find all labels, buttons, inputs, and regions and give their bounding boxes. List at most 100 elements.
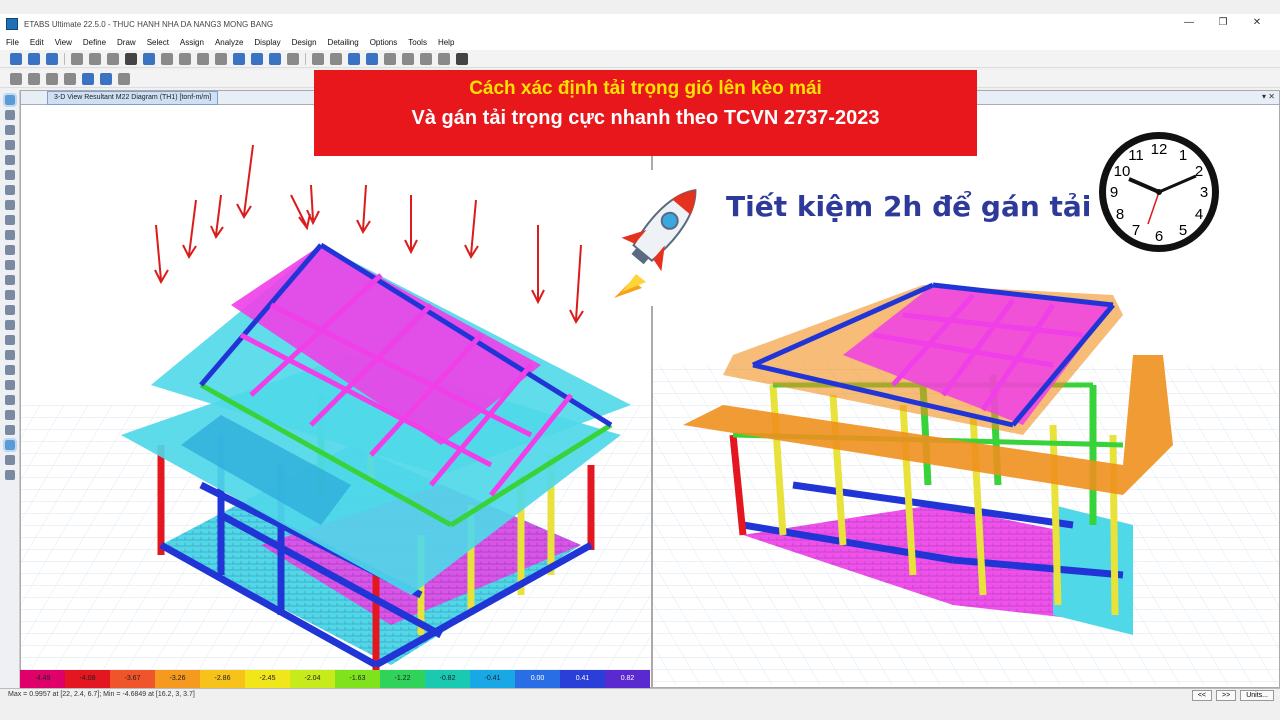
grid-icon[interactable] <box>384 52 396 65</box>
clock-numeral: 7 <box>1132 222 1140 239</box>
display-options-icon[interactable] <box>366 52 378 65</box>
max-min-readout: Max = 0.9957 at [22, 2.4, 6.7]; Min = -4… <box>8 691 195 698</box>
menu-assign[interactable]: Assign <box>180 38 204 47</box>
pan-icon[interactable] <box>215 52 227 65</box>
select-pointer-icon[interactable] <box>2 93 17 107</box>
assign-icon[interactable] <box>4 365 15 375</box>
lock-icon[interactable] <box>125 52 137 65</box>
text-icon[interactable] <box>438 52 450 65</box>
menu-file[interactable]: File <box>6 38 19 47</box>
menu-define[interactable]: Define <box>83 38 106 47</box>
zoom-window-icon[interactable] <box>161 52 173 65</box>
draw-grid-icon[interactable] <box>4 275 15 285</box>
clock-numeral: 3 <box>1200 184 1208 201</box>
status-buttons: << >> Units... <box>1191 690 1274 701</box>
clock-numeral: 9 <box>1110 184 1118 201</box>
menu-analyze[interactable]: Analyze <box>215 38 243 47</box>
left-vertical-toolbar <box>0 90 20 688</box>
units-button[interactable]: Units... <box>1240 690 1274 701</box>
clock-image: 12 1 2 3 4 5 6 7 8 9 10 11 <box>1096 124 1226 258</box>
draw-reference-icon[interactable] <box>4 305 15 315</box>
line-style-icon[interactable] <box>456 52 468 65</box>
maximize-button[interactable]: ❐ <box>1206 14 1240 34</box>
zoom-out-icon[interactable] <box>197 52 209 65</box>
measure-icon[interactable] <box>118 72 130 85</box>
draw-opening-icon[interactable] <box>4 200 15 210</box>
rotate-view-icon[interactable] <box>287 52 299 65</box>
draw-wall-stack-icon[interactable] <box>4 320 15 330</box>
menu-edit[interactable]: Edit <box>30 38 44 47</box>
deformed-shape-icon[interactable] <box>402 52 414 65</box>
menu-bar: File Edit View Define Draw Select Assign… <box>0 34 1280 50</box>
menu-select[interactable]: Select <box>147 38 169 47</box>
force-diagram-icon[interactable] <box>420 52 432 65</box>
undo-icon[interactable] <box>71 52 83 65</box>
design-icon[interactable] <box>4 395 15 405</box>
object-shrink-icon[interactable] <box>348 52 360 65</box>
legend-segment: -0.41 <box>470 670 515 688</box>
legend-segment: 0.41 <box>560 670 605 688</box>
menu-options[interactable]: Options <box>370 38 398 47</box>
diaphragm-icon[interactable] <box>4 470 15 480</box>
reshape-icon[interactable] <box>4 110 15 120</box>
spring-icon[interactable] <box>4 425 15 435</box>
draw-wall-icon[interactable] <box>4 185 15 195</box>
left-3d-view[interactable]: 3-D View Resultant M22 Diagram (TH1) [to… <box>20 90 652 688</box>
menu-design[interactable]: Design <box>292 38 317 47</box>
menu-view[interactable]: View <box>55 38 72 47</box>
draw-beam-icon[interactable] <box>4 125 15 135</box>
restraint-icon[interactable] <box>4 410 15 420</box>
view-controls[interactable]: ▾ ✕ <box>1262 92 1275 101</box>
elevation-view-icon[interactable] <box>269 52 281 65</box>
menu-display[interactable]: Display <box>254 38 280 47</box>
plan-view-icon[interactable] <box>251 52 263 65</box>
menu-help[interactable]: Help <box>438 38 454 47</box>
legend-segment: -1.22 <box>380 670 425 688</box>
3d-view-icon[interactable] <box>233 52 245 65</box>
group-icon[interactable] <box>4 380 15 390</box>
next-button[interactable]: >> <box>1216 690 1237 701</box>
close-button[interactable]: ✕ <box>1240 14 1274 34</box>
refresh-icon[interactable] <box>107 52 119 65</box>
draw-shell-icon[interactable] <box>64 72 76 85</box>
window-controls: — ❐ ✕ <box>1172 14 1274 34</box>
menu-detailing[interactable]: Detailing <box>328 38 359 47</box>
minimize-button[interactable]: — <box>1172 14 1206 34</box>
clock-numeral: 5 <box>1179 222 1187 239</box>
etabs-app-icon <box>6 18 18 30</box>
select-all-icon[interactable] <box>100 72 112 85</box>
menu-tools[interactable]: Tools <box>408 38 427 47</box>
redo-icon[interactable] <box>89 52 101 65</box>
draw-developed-icon[interactable] <box>4 350 15 360</box>
draw-column-icon[interactable] <box>4 140 15 150</box>
zoom-in-icon[interactable] <box>179 52 191 65</box>
draw-section-cut-icon[interactable] <box>4 290 15 300</box>
draw-rebar-icon[interactable] <box>4 335 15 345</box>
previous-button[interactable]: << <box>1191 690 1213 701</box>
draw-dimension-icon[interactable] <box>4 260 15 270</box>
open-icon[interactable] <box>28 52 40 65</box>
draw-link-icon[interactable] <box>4 230 15 240</box>
etabs-window: ETABS Ultimate 22.5.0 - THUC HANH NHA DA… <box>0 0 1280 720</box>
down-icon[interactable] <box>330 52 342 65</box>
run-analysis-icon[interactable] <box>143 52 155 65</box>
draw-floor-icon[interactable] <box>4 170 15 180</box>
clock-numeral: 10 <box>1114 163 1131 180</box>
legend-segment: 0.82 <box>605 670 650 688</box>
snap-icon[interactable] <box>82 72 94 85</box>
up-icon[interactable] <box>312 52 324 65</box>
new-model-icon[interactable] <box>10 52 22 65</box>
draw-slab-icon[interactable] <box>4 215 15 225</box>
draw-brace-icon[interactable] <box>4 155 15 165</box>
save-icon[interactable] <box>46 52 58 65</box>
draw-joint-icon[interactable] <box>28 72 40 85</box>
draw-tendon-icon[interactable] <box>4 245 15 255</box>
clock-numeral: 8 <box>1116 206 1124 223</box>
spandrel-icon[interactable] <box>4 455 15 465</box>
view-tab-title[interactable]: 3-D View Resultant M22 Diagram (TH1) [to… <box>47 91 219 105</box>
menu-draw[interactable]: Draw <box>117 38 136 47</box>
banner-line-2: Và gán tải trọng cực nhanh theo TCVN 273… <box>411 107 880 129</box>
pointer-icon[interactable] <box>10 72 22 85</box>
pier-label-icon[interactable] <box>2 438 17 452</box>
draw-frame-icon[interactable] <box>46 72 58 85</box>
